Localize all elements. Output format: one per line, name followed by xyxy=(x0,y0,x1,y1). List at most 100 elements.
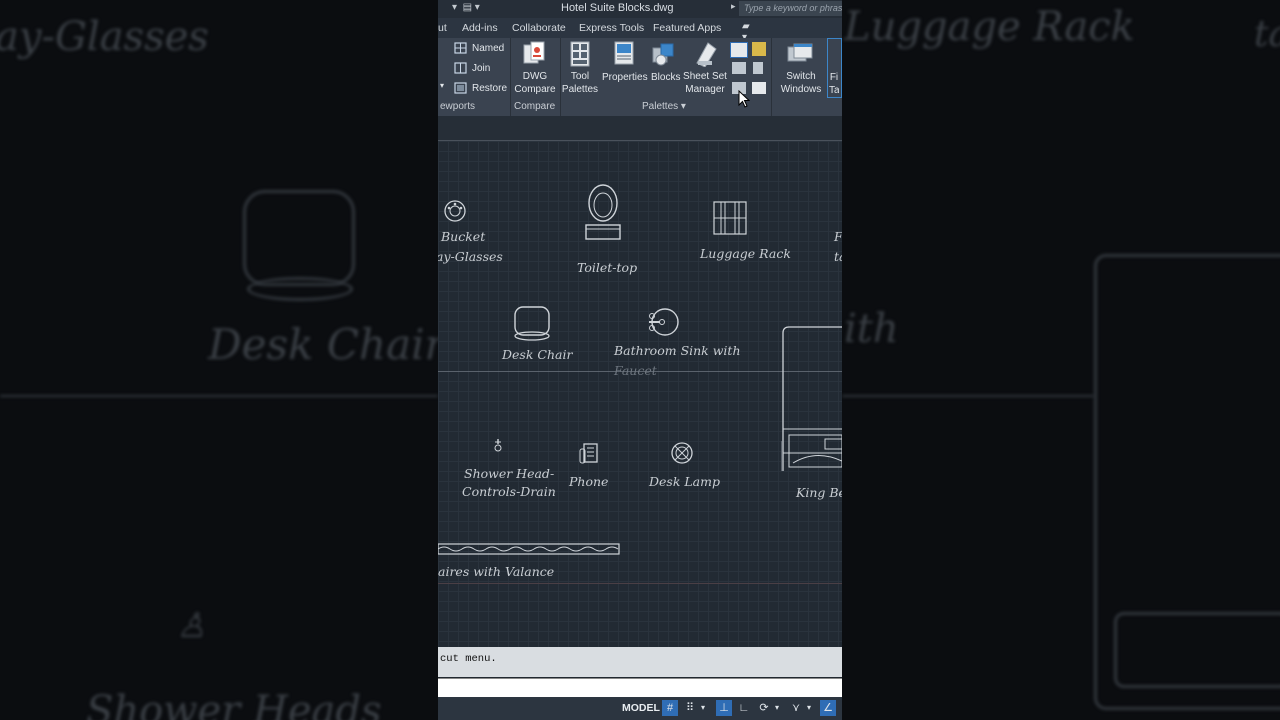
blocks-icon xyxy=(652,43,674,66)
isodraft-dropdown-icon[interactable]: ▾ xyxy=(804,700,814,716)
grid-display-icon[interactable]: # xyxy=(662,700,678,716)
object-snap-tracking-icon[interactable]: ∠ xyxy=(820,700,836,716)
autocad-window: ▾ ▤ ▾ Hotel Suite Blocks.dwg ▸ Type a ke… xyxy=(438,0,842,720)
snap-dropdown-icon[interactable]: ▾ xyxy=(698,700,708,716)
named-viewports-icon xyxy=(454,42,467,54)
desk-lamp-block[interactable] xyxy=(670,441,694,465)
tool-palettes-icon xyxy=(570,41,590,67)
tool-palettes-button[interactable]: Tool Palettes xyxy=(560,70,600,96)
backdrop-text: ay-Glasses xyxy=(0,14,209,60)
sheet-set-manager-button[interactable]: Sheet Set Manager xyxy=(682,70,728,96)
switch-windows-button[interactable]: Switch Windows xyxy=(778,70,824,96)
file-tabs-label: Fi Ta xyxy=(829,72,839,96)
edge-label: ta xyxy=(834,249,842,264)
palette-small-button[interactable] xyxy=(752,42,766,56)
drawing-canvas[interactable]: Bucket ay-Glasses Toilet-top Luggage Rac… xyxy=(438,141,842,647)
palettes-panel-label: Palettes xyxy=(642,101,679,112)
sheet-set-manager-label: Sheet Set Manager xyxy=(683,71,727,95)
join-icon xyxy=(454,62,467,74)
bathroom-sink-label: Bathroom Sink with xyxy=(614,343,741,358)
ribbon-view: Named Join Restore ▾ ewports DWG Compare… xyxy=(438,38,842,116)
palette-small-button[interactable] xyxy=(753,62,763,74)
palette-small-button[interactable] xyxy=(732,62,746,74)
bathroom-sink-block[interactable] xyxy=(646,307,680,337)
king-bed-block[interactable] xyxy=(781,325,842,471)
backdrop-shower-icon: ♙ xyxy=(176,606,207,646)
command-history-text: cut menu. xyxy=(440,653,497,665)
bucket-label: Bucket xyxy=(441,229,486,244)
join-button[interactable]: Join xyxy=(472,63,490,74)
palettes-panel-title[interactable]: Palettes ▾ xyxy=(642,101,686,112)
infer-constraints-icon[interactable]: ⊥ xyxy=(716,700,732,716)
backdrop-text: ith xyxy=(844,306,899,352)
dwg-compare-icon xyxy=(523,41,545,64)
palette-small-button[interactable] xyxy=(752,82,766,94)
toilet-top-block[interactable] xyxy=(584,183,622,243)
title-bar: ▾ ▤ ▾ Hotel Suite Blocks.dwg ▸ Type a ke… xyxy=(438,0,842,18)
backdrop-chair-base xyxy=(247,277,353,301)
edge-label: F xyxy=(834,229,842,244)
palette-small-button[interactable] xyxy=(730,42,748,58)
polar-dropdown-icon[interactable]: ▾ xyxy=(772,700,782,716)
panel-divider xyxy=(771,38,772,116)
properties-icon xyxy=(614,41,634,65)
tab-collaborate[interactable]: Collaborate xyxy=(512,22,566,34)
sheet-set-manager-icon xyxy=(696,42,717,67)
backdrop-text: Luggage Rack xyxy=(844,4,1135,50)
dwg-compare-label: DWG Compare xyxy=(514,71,556,95)
properties-button[interactable]: Properties xyxy=(602,71,648,84)
backdrop-left: ay-Glasses Desk Chair ♙ Shower Heads xyxy=(0,0,438,720)
tab-express-tools[interactable]: Express Tools xyxy=(579,22,644,34)
backdrop-divider xyxy=(0,395,438,397)
tray-glasses-label: ay-Glasses xyxy=(438,249,503,264)
restore-button[interactable]: Restore xyxy=(472,83,507,94)
snap-mode-icon[interactable]: ⠿ xyxy=(682,700,698,716)
viewports-dropdown-icon[interactable]: ▾ xyxy=(440,81,444,90)
command-input[interactable] xyxy=(438,678,842,697)
backdrop-text: ta xyxy=(1254,14,1280,55)
object-snap-icon[interactable] xyxy=(838,700,842,716)
phone-label: Phone xyxy=(569,474,609,489)
luggage-rack-block[interactable] xyxy=(713,201,747,235)
shower-head-block[interactable] xyxy=(492,438,504,454)
backdrop-divider xyxy=(842,395,1094,397)
workspace-video-icon[interactable]: ▰ ▾ xyxy=(742,21,756,43)
ortho-mode-icon[interactable]: ∟ xyxy=(736,700,752,716)
phone-block[interactable] xyxy=(579,443,599,467)
command-history: cut menu. xyxy=(438,647,842,677)
status-bar: MODEL # ⠿ ▾ ⊥ ∟ ⟳ ▾ ⋎ ▾ ∠ xyxy=(438,697,842,720)
drapes-valance-block[interactable] xyxy=(438,542,620,556)
named-button[interactable]: Named xyxy=(472,43,504,54)
blocks-button[interactable]: Blocks xyxy=(651,71,680,84)
backdrop-chair-shape xyxy=(243,190,355,286)
file-tab-bar xyxy=(438,116,842,141)
backdrop-bed-pillows xyxy=(1114,612,1280,688)
title-arrow-icon: ▸ xyxy=(731,1,736,11)
luggage-rack-label: Luggage Rack xyxy=(700,246,791,261)
desk-chair-block[interactable] xyxy=(513,305,551,343)
ice-bucket-block[interactable] xyxy=(443,199,467,223)
drawing-line xyxy=(438,583,842,584)
polar-tracking-icon[interactable]: ⟳ xyxy=(756,700,772,716)
tool-palettes-label: Tool Palettes xyxy=(561,71,599,95)
mouse-cursor-icon xyxy=(738,90,750,108)
backdrop-text: Shower Heads xyxy=(86,688,382,720)
quick-access-toolbar[interactable]: ▾ ▤ ▾ xyxy=(452,2,480,13)
compare-panel-title: Compare xyxy=(514,101,556,112)
tab-add-ins[interactable]: Add-ins xyxy=(462,22,498,34)
search-input[interactable]: Type a keyword or phrase xyxy=(739,1,842,16)
desk-lamp-label: Desk Lamp xyxy=(649,474,720,489)
backdrop-text: Desk Chair xyxy=(208,320,438,369)
ribbon-tabs: ut Add-ins Collaborate Express Tools Fea… xyxy=(438,18,842,43)
bathroom-sink-label-2: Faucet xyxy=(614,363,657,378)
tab-featured-apps[interactable]: Featured Apps xyxy=(653,22,721,34)
drawing-line xyxy=(781,441,782,471)
model-space-button[interactable]: MODEL xyxy=(618,700,664,717)
panel-divider xyxy=(510,38,511,116)
shower-head-label-2: Controls-Drain xyxy=(462,484,556,499)
isodraft-icon[interactable]: ⋎ xyxy=(788,700,804,716)
backdrop-right: Luggage Rack ta ith xyxy=(842,0,1280,720)
dwg-compare-button[interactable]: DWG Compare xyxy=(512,70,558,96)
tab-output[interactable]: ut xyxy=(438,22,447,34)
file-tabs-button[interactable]: Fi Ta xyxy=(827,38,842,98)
